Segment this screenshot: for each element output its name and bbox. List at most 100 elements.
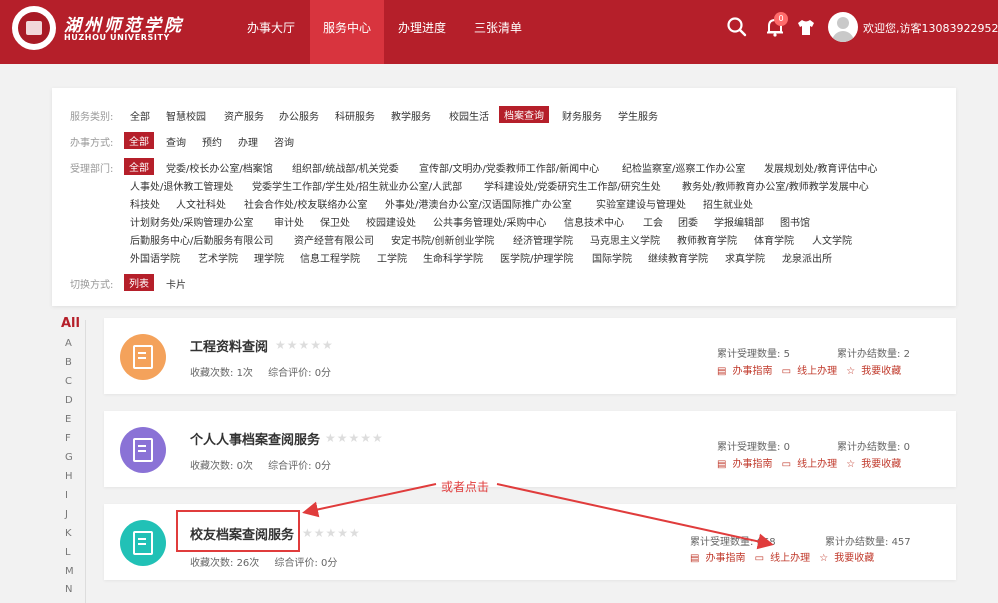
nav-service-center[interactable]: 服务中心 [310,0,384,64]
nav-office-hall[interactable]: 办事大厅 [234,0,308,64]
dept-item[interactable]: 教师教育学院 [677,232,737,247]
dept-item[interactable]: 发展规划处/教育评估中心 [764,160,877,175]
alphabet-letter[interactable]: F [65,433,71,444]
online-handle-link[interactable]: 线上办理 [797,366,837,377]
alphabet-letter[interactable]: G [65,452,73,463]
dept-item[interactable]: 龙泉派出所 [782,250,832,265]
dept-item[interactable]: 安定书院/创新创业学院 [391,232,494,247]
dept-item[interactable]: 宣传部/文明办/党委教师工作部/新闻中心 [419,160,599,175]
service-title[interactable]: 工程资料查阅 [190,336,268,355]
dept-item[interactable]: 团委 [678,214,698,229]
dept-item[interactable]: 外国语学院 [130,250,180,265]
method-handle[interactable]: 办理 [238,134,258,149]
online-handle-link[interactable]: 线上办理 [770,553,810,564]
guide-link[interactable]: 办事指南 [732,459,772,470]
alphabet-letter[interactable]: D [65,395,73,406]
dept-item[interactable]: 求真学院 [725,250,765,265]
star-outline-icon[interactable]: ☆ [819,553,828,564]
dept-item[interactable]: 医学院/护理学院 [500,250,573,265]
dept-item[interactable]: 科技处 [130,196,160,211]
collect-link[interactable]: 我要收藏 [834,553,874,564]
dept-item[interactable]: 纪检监察室/巡察工作办公室 [622,160,745,175]
dept-item[interactable]: 人文社科处 [176,196,226,211]
dept-item[interactable]: 组织部/统战部/机关党委 [292,160,399,175]
dept-item[interactable]: 艺术学院 [198,250,238,265]
alphabet-letter[interactable]: I [65,490,68,501]
view-card[interactable]: 卡片 [166,276,186,291]
method-query[interactable]: 查询 [166,134,186,149]
user-avatar[interactable] [828,12,858,42]
alphabet-letter[interactable]: L [65,547,71,558]
category-student[interactable]: 学生服务 [618,108,658,123]
collect-link[interactable]: 我要收藏 [861,459,901,470]
alphabet-letter[interactable]: N [65,584,72,595]
method-reserve[interactable]: 预约 [202,134,222,149]
monitor-icon[interactable]: ▭ [755,553,764,564]
dept-item[interactable]: 计划财务处/采购管理办公室 [130,214,253,229]
alphabet-all[interactable]: All [61,316,80,331]
dept-item[interactable]: 招生就业处 [703,196,753,211]
dept-item[interactable]: 党委/校长办公室/档案馆 [166,160,273,175]
nav-three-lists[interactable]: 三张清单 [460,0,536,64]
welcome-text[interactable]: 欢迎您,访客13083922952 [863,20,998,36]
star-outline-icon[interactable]: ☆ [846,366,855,377]
dept-item[interactable]: 学报编辑部 [714,214,764,229]
view-list[interactable]: 列表 [124,274,154,291]
dept-item[interactable]: 资产经营有限公司 [294,232,374,247]
alphabet-letter[interactable]: K [65,528,72,539]
shirt-icon[interactable] [795,16,817,38]
dept-item[interactable]: 人文学院 [812,232,852,247]
dept-item[interactable]: 保卫处 [320,214,350,229]
monitor-icon[interactable]: ▭ [782,459,791,470]
guide-icon[interactable]: ▤ [717,366,726,377]
guide-icon[interactable]: ▤ [717,459,726,470]
dept-item[interactable]: 图书馆 [780,214,810,229]
nav-progress[interactable]: 办理进度 [386,0,458,64]
guide-link[interactable]: 办事指南 [732,366,772,377]
service-card[interactable]: 个人人事档案查阅服务 ★★★★★ 收藏次数: 0次 综合评价: 0分 累计受理数… [104,411,956,487]
guide-link[interactable]: 办事指南 [705,553,745,564]
service-title[interactable]: 个人人事档案查阅服务 [190,429,320,448]
category-archive[interactable]: 档案查询 [499,106,549,123]
service-card[interactable]: 工程资料查阅 ★★★★★ 收藏次数: 1次 综合评价: 0分 累计受理数量: 5… [104,318,956,394]
dept-item[interactable]: 后勤服务中心/后勤服务有限公司 [130,232,273,247]
dept-item[interactable]: 工学院 [377,250,407,265]
online-handle-link[interactable]: 线上办理 [797,459,837,470]
category-office[interactable]: 办公服务 [279,108,319,123]
alphabet-letter[interactable]: M [65,566,74,577]
monitor-icon[interactable]: ▭ [782,366,791,377]
dept-item[interactable]: 生命科学学院 [423,250,483,265]
dept-item[interactable]: 教务处/教师教育办公室/教师教学发展中心 [682,178,869,193]
dept-item[interactable]: 实验室建设与管理处 [596,196,686,211]
collect-link[interactable]: 我要收藏 [861,366,901,377]
dept-item[interactable]: 信息工程学院 [300,250,360,265]
university-logo-icon[interactable] [12,6,56,50]
dept-item[interactable]: 党委学生工作部/学生处/招生就业办公室/人武部 [252,178,462,193]
dept-all[interactable]: 全部 [124,158,154,175]
category-research[interactable]: 科研服务 [335,108,375,123]
dept-item[interactable]: 信息技术中心 [564,214,624,229]
search-icon[interactable] [726,16,748,38]
category-finance[interactable]: 财务服务 [562,108,602,123]
dept-item[interactable]: 继续教育学院 [648,250,708,265]
dept-item[interactable]: 理学院 [254,250,284,265]
alphabet-letter[interactable]: B [65,357,72,368]
alphabet-letter[interactable]: E [65,414,71,425]
dept-item[interactable]: 人事处/退休教工管理处 [130,178,233,193]
dept-item[interactable]: 外事处/港澳台办公室/汉语国际推广办公室 [385,196,572,211]
alphabet-letter[interactable]: H [65,471,73,482]
star-outline-icon[interactable]: ☆ [846,459,855,470]
category-all[interactable]: 全部 [130,108,150,123]
method-all[interactable]: 全部 [124,132,154,149]
dept-item[interactable]: 学科建设处/党委研究生工作部/研究生处 [484,178,661,193]
dept-item[interactable]: 社会合作处/校友联络办公室 [244,196,367,211]
category-smart-campus[interactable]: 智慧校园 [166,108,206,123]
dept-item[interactable]: 国际学院 [592,250,632,265]
category-campus-life[interactable]: 校园生活 [449,108,489,123]
dept-item[interactable]: 马克思主义学院 [590,232,660,247]
method-consult[interactable]: 咨询 [274,134,294,149]
dept-item[interactable]: 校园建设处 [366,214,416,229]
category-teaching[interactable]: 教学服务 [391,108,431,123]
dept-item[interactable]: 工会 [643,214,663,229]
dept-item[interactable]: 审计处 [274,214,304,229]
